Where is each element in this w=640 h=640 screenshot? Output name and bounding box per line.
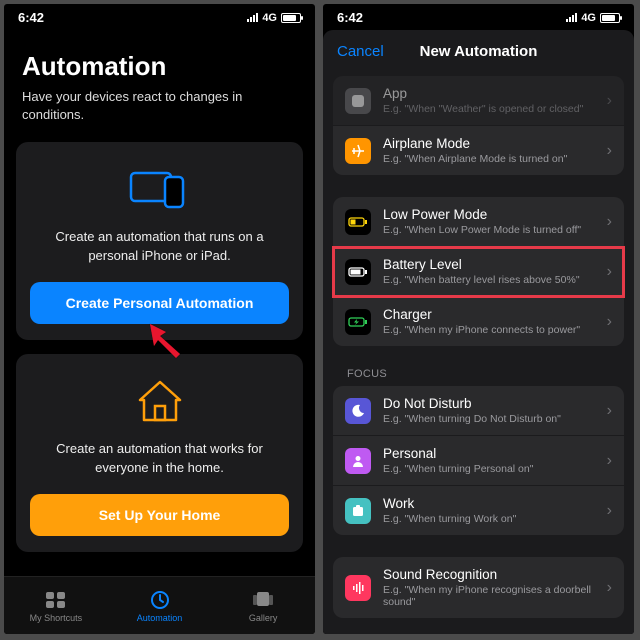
home-icon	[30, 376, 289, 426]
trigger-item-charger[interactable]: Charger E.g. "When my iPhone connects to…	[333, 297, 624, 346]
trigger-item-low-power-mode[interactable]: Low Power Mode E.g. "When Low Power Mode…	[333, 197, 624, 247]
shortcuts-icon	[45, 589, 67, 611]
tab-automation[interactable]: Automation	[108, 577, 212, 634]
create-personal-automation-button[interactable]: Create Personal Automation	[30, 282, 289, 324]
tab-label: Gallery	[249, 613, 278, 623]
screenshot-right: 6:42 4G Cancel New Automation	[323, 4, 634, 634]
trigger-item-app[interactable]: App E.g. "When "Weather" is opened or cl…	[333, 76, 624, 126]
page-title: Automation	[4, 29, 315, 88]
status-network: 4G	[262, 12, 277, 24]
status-bar: 6:42 4G	[323, 4, 634, 29]
chevron-right-icon: ›	[607, 452, 612, 470]
chevron-right-icon: ›	[607, 263, 612, 281]
trigger-item-personal[interactable]: Personal E.g. "When turning Personal on"…	[333, 436, 624, 486]
tab-gallery[interactable]: Gallery	[211, 577, 315, 634]
trigger-item-do-not-disturb[interactable]: Do Not Disturb E.g. "When turning Do Not…	[333, 386, 624, 436]
status-bar: 6:42 4G	[4, 4, 315, 29]
list-item-title: Low Power Mode	[383, 207, 595, 222]
battery-icon	[600, 13, 620, 23]
tab-label: My Shortcuts	[30, 613, 83, 623]
tab-my-shortcuts[interactable]: My Shortcuts	[4, 577, 108, 634]
list-item-title: App	[383, 86, 595, 101]
list-item-title: Charger	[383, 307, 595, 322]
personal-automation-card: Create an automation that runs on a pers…	[16, 142, 303, 340]
home-card-desc: Create an automation that works for ever…	[30, 440, 289, 478]
sound-icon	[345, 575, 371, 601]
badge-icon	[345, 498, 371, 524]
tab-label: Automation	[137, 613, 183, 623]
chevron-right-icon: ›	[607, 92, 612, 110]
battery-icon	[281, 13, 301, 23]
list-item-desc: E.g. "When turning Do Not Disturb on"	[383, 413, 595, 425]
page-subtitle: Have your devices react to changes in co…	[4, 88, 315, 142]
list-item-title: Sound Recognition	[383, 567, 595, 582]
devices-icon	[30, 164, 289, 214]
tab-bar: My Shortcuts Automation Gallery	[4, 576, 315, 634]
trigger-item-work[interactable]: Work E.g. "When turning Work on" ›	[333, 486, 624, 535]
app-icon	[345, 88, 371, 114]
chevron-right-icon: ›	[607, 579, 612, 597]
gallery-icon	[252, 589, 274, 611]
modal-title: New Automation	[420, 43, 538, 60]
list-item-title: Battery Level	[383, 257, 595, 272]
trigger-item-airplane-mode[interactable]: Airplane Mode E.g. "When Airplane Mode i…	[333, 126, 624, 175]
battery-level-icon	[345, 259, 371, 285]
charger-icon	[345, 309, 371, 335]
signal-icon	[566, 13, 577, 22]
screenshot-left: 6:42 4G Automation Have your devices rea…	[4, 4, 315, 634]
cancel-button[interactable]: Cancel	[337, 43, 384, 60]
list-item-desc: E.g. "When "Weather" is opened or closed…	[383, 103, 595, 115]
status-time: 6:42	[337, 10, 363, 25]
list-item-desc: E.g. "When turning Personal on"	[383, 463, 595, 475]
list-item-title: Work	[383, 496, 595, 511]
chevron-right-icon: ›	[607, 213, 612, 231]
modal-header: Cancel New Automation	[323, 30, 634, 72]
chevron-right-icon: ›	[607, 142, 612, 160]
moon-icon	[345, 398, 371, 424]
personal-card-desc: Create an automation that runs on a pers…	[30, 228, 289, 266]
list-item-desc: E.g. "When my iPhone connects to power"	[383, 324, 595, 336]
list-item-desc: E.g. "When turning Work on"	[383, 513, 595, 525]
list-item-title: Airplane Mode	[383, 136, 595, 151]
list-item-desc: E.g. "When Airplane Mode is turned on"	[383, 153, 595, 165]
section-header-focus: FOCUS	[333, 368, 624, 386]
person-icon	[345, 448, 371, 474]
trigger-item-battery-level[interactable]: Battery Level E.g. "When battery level r…	[333, 247, 624, 297]
chevron-right-icon: ›	[607, 402, 612, 420]
status-time: 6:42	[18, 10, 44, 25]
new-automation-modal: Cancel New Automation App E.g. "When "We…	[323, 30, 634, 634]
status-network: 4G	[581, 12, 596, 24]
low-power-icon	[345, 209, 371, 235]
list-item-desc: E.g. "When Low Power Mode is turned off"	[383, 224, 595, 236]
list-item-desc: E.g. "When battery level rises above 50%…	[383, 274, 595, 286]
list-item-title: Personal	[383, 446, 595, 461]
trigger-item-sound-recognition[interactable]: Sound Recognition E.g. "When my iPhone r…	[333, 557, 624, 618]
automation-icon	[150, 589, 170, 611]
chevron-right-icon: ›	[607, 313, 612, 331]
home-automation-card: Create an automation that works for ever…	[16, 354, 303, 552]
set-up-home-button[interactable]: Set Up Your Home	[30, 494, 289, 536]
list-item-desc: E.g. "When my iPhone recognises a doorbe…	[383, 584, 595, 608]
signal-icon	[247, 13, 258, 22]
chevron-right-icon: ›	[607, 502, 612, 520]
airplane-icon	[345, 138, 371, 164]
list-item-title: Do Not Disturb	[383, 396, 595, 411]
